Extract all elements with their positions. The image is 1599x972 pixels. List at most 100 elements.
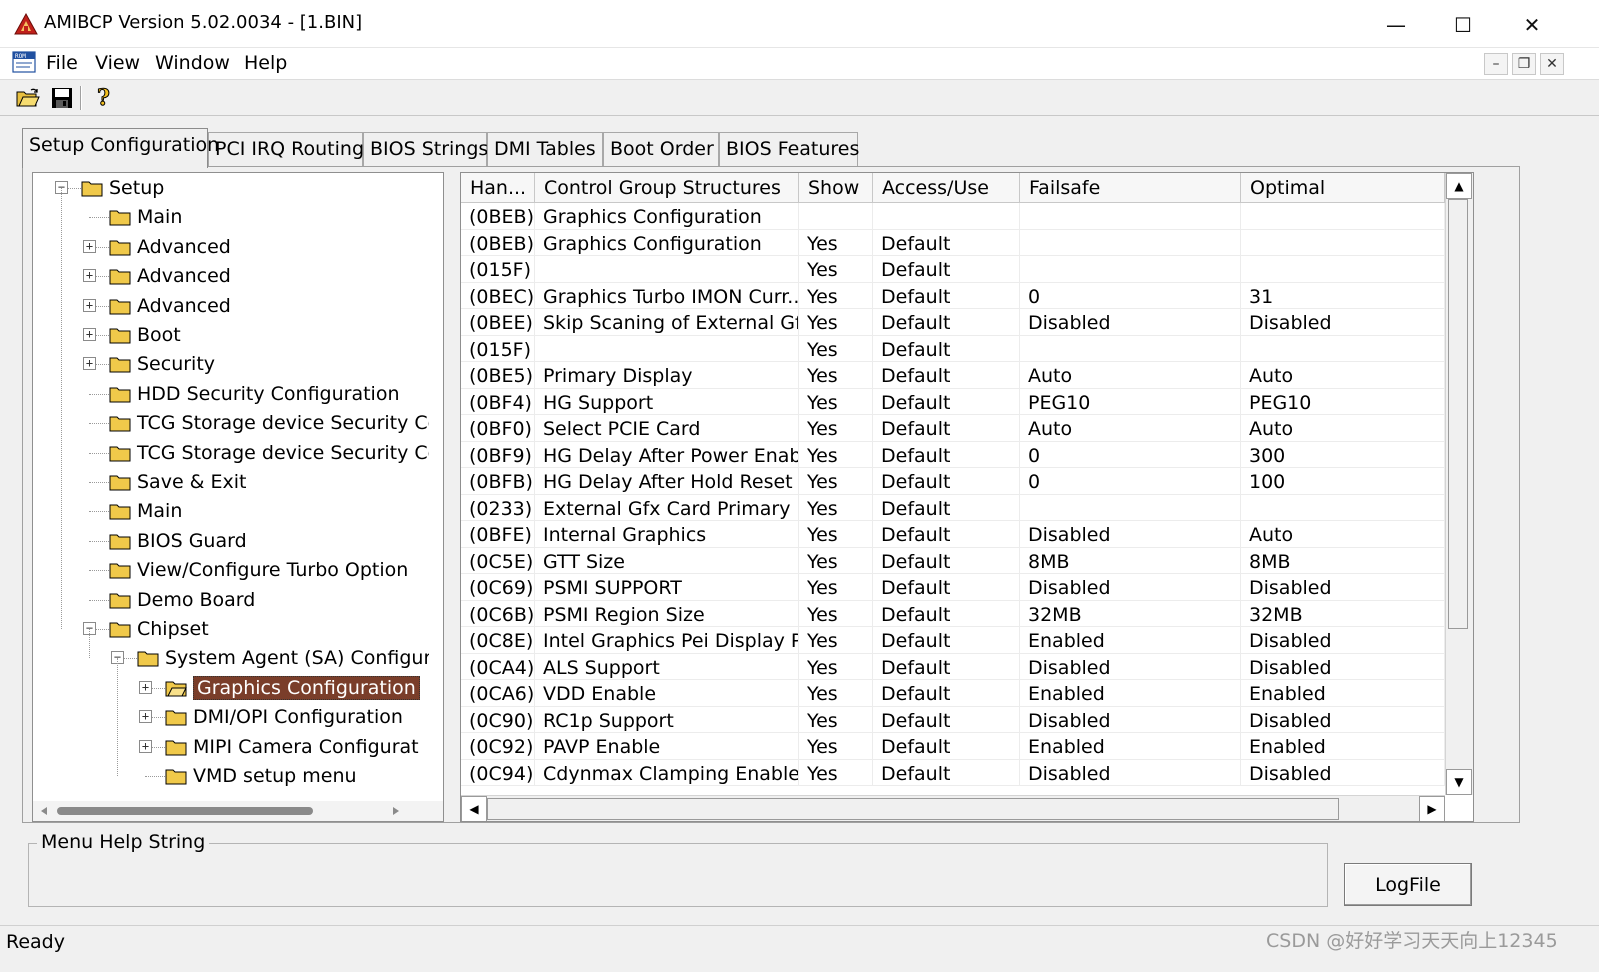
- cell-control-group[interactable]: ALS Support: [535, 653, 799, 680]
- table-row[interactable]: (0C92) PAVP Enable Yes Default Enabled Enable…: [461, 733, 1445, 760]
- cell-optimal[interactable]: [1241, 494, 1445, 521]
- table-row[interactable]: (0BFB) HG Delay After Hold Reset Yes Defaul…: [461, 468, 1445, 495]
- cell-show[interactable]: Yes: [799, 574, 873, 600]
- cell-failsafe[interactable]: Disabled: [1020, 706, 1241, 733]
- cell-optimal[interactable]: [1241, 203, 1445, 229]
- cell-failsafe[interactable]: [1020, 229, 1241, 256]
- cell-failsafe[interactable]: [1020, 256, 1241, 282]
- table-row[interactable]: (0BEB) Graphics Configuration Yes Default: [461, 229, 1445, 256]
- cell-access-use[interactable]: Default: [873, 653, 1020, 680]
- cell-optimal[interactable]: Auto: [1241, 415, 1445, 441]
- cell-show[interactable]: Yes: [799, 521, 873, 547]
- cell-optimal[interactable]: 300: [1241, 441, 1445, 468]
- tree-node[interactable]: Chipset: [109, 614, 209, 644]
- grid-vscroll-thumb[interactable]: [1448, 199, 1468, 629]
- logfile-button[interactable]: LogFile: [1344, 863, 1472, 906]
- cell-control-group[interactable]: Internal Graphics: [535, 521, 799, 547]
- cell-handle[interactable]: (015F): [461, 256, 535, 282]
- table-row[interactable]: (0BE5) Primary Display Yes Default Auto Auto: [461, 362, 1445, 389]
- scroll-up-arrow-icon[interactable]: ▲: [1446, 173, 1472, 199]
- cell-failsafe[interactable]: Disabled: [1020, 653, 1241, 680]
- cell-optimal[interactable]: Auto: [1241, 362, 1445, 388]
- cell-failsafe[interactable]: 0: [1020, 441, 1241, 468]
- menu-view[interactable]: View: [95, 52, 140, 74]
- cell-optimal[interactable]: 100: [1241, 468, 1445, 494]
- cell-access-use[interactable]: Default: [873, 256, 1020, 282]
- cell-access-use[interactable]: Default: [873, 309, 1020, 335]
- cell-access-use[interactable]: Default: [873, 733, 1020, 759]
- cell-control-group[interactable]: Intel Graphics Pei Display P...: [535, 627, 799, 653]
- cell-optimal[interactable]: [1241, 256, 1445, 282]
- cell-optimal[interactable]: 32MB: [1241, 600, 1445, 627]
- scroll-right-arrow-icon[interactable]: [391, 806, 401, 816]
- cell-handle[interactable]: (0C8E): [461, 627, 535, 653]
- cell-failsafe[interactable]: [1020, 494, 1241, 521]
- cell-failsafe[interactable]: Disabled: [1020, 759, 1241, 786]
- cell-control-group[interactable]: External Gfx Card Primary ...: [535, 494, 799, 521]
- cell-optimal[interactable]: Auto: [1241, 521, 1445, 547]
- table-row[interactable]: (0C8E) Intel Graphics Pei Display P... Yes…: [461, 627, 1445, 654]
- cell-control-group[interactable]: Skip Scaning of External Gf...: [535, 309, 799, 335]
- cell-access-use[interactable]: Default: [873, 229, 1020, 256]
- cell-control-group[interactable]: GTT Size: [535, 547, 799, 574]
- cell-show[interactable]: Yes: [799, 282, 873, 309]
- cell-control-group[interactable]: HG Support: [535, 388, 799, 415]
- cell-show[interactable]: Yes: [799, 653, 873, 680]
- cell-show[interactable]: Yes: [799, 468, 873, 494]
- table-row[interactable]: (0CA4) ALS Support Yes Default Disabled Disab…: [461, 653, 1445, 680]
- cell-failsafe[interactable]: Disabled: [1020, 521, 1241, 547]
- save-button[interactable]: [48, 84, 76, 112]
- tree-node[interactable]: View/Configure Turbo Option: [109, 555, 408, 585]
- cell-control-group[interactable]: VDD Enable: [535, 680, 799, 706]
- tab-pci-irq-routing[interactable]: PCI IRQ Routing: [208, 132, 364, 166]
- scroll-left-arrow-icon[interactable]: [39, 806, 49, 816]
- expand-node-icon[interactable]: +: [83, 298, 96, 312]
- cell-handle[interactable]: (015F): [461, 335, 535, 362]
- cell-failsafe[interactable]: Disabled: [1020, 574, 1241, 600]
- cell-access-use[interactable]: Default: [873, 706, 1020, 733]
- cell-optimal[interactable]: 31: [1241, 282, 1445, 309]
- table-row[interactable]: (0BEB) Graphics Configuration: [461, 203, 1445, 230]
- tree-node[interactable]: Setup: [81, 173, 164, 203]
- column-header-access-use[interactable]: Access/Use: [873, 173, 1020, 203]
- cell-handle[interactable]: (0C90): [461, 706, 535, 733]
- mdi-restore-button[interactable]: ❐: [1512, 53, 1536, 75]
- tree-hscroll-thumb[interactable]: [57, 807, 313, 815]
- cell-handle[interactable]: (0CA6): [461, 680, 535, 706]
- cell-control-group[interactable]: Primary Display: [535, 362, 799, 388]
- cell-failsafe[interactable]: 32MB: [1020, 600, 1241, 627]
- cell-optimal[interactable]: Disabled: [1241, 574, 1445, 600]
- cell-optimal[interactable]: 8MB: [1241, 547, 1445, 574]
- cell-control-group[interactable]: [535, 256, 799, 282]
- mdi-close-button[interactable]: ✕: [1540, 53, 1564, 75]
- open-button[interactable]: [14, 84, 42, 112]
- cell-access-use[interactable]: Default: [873, 600, 1020, 627]
- control-group-grid[interactable]: Han... Control Group Structures Show Acc…: [460, 172, 1474, 822]
- cell-control-group[interactable]: HG Delay After Power Enab...: [535, 441, 799, 468]
- cell-optimal[interactable]: PEG10: [1241, 388, 1445, 415]
- cell-show[interactable]: Yes: [799, 680, 873, 706]
- grid-hscroll-thumb[interactable]: [487, 798, 1339, 820]
- mdi-minimize-button[interactable]: –: [1484, 53, 1508, 75]
- tab-setup-configuration[interactable]: Setup Configuration: [22, 128, 219, 168]
- table-row[interactable]: (015F) Yes Default: [461, 256, 1445, 283]
- cell-access-use[interactable]: Default: [873, 521, 1020, 547]
- help-button[interactable]: ?: [90, 84, 118, 112]
- table-row[interactable]: (0C69) PSMI SUPPORT Yes Default Disabled Disa…: [461, 574, 1445, 601]
- cell-control-group[interactable]: HG Delay After Hold Reset: [535, 468, 799, 494]
- tree-node[interactable]: DMI/OPI Configuration: [165, 702, 403, 732]
- tab-bios-strings[interactable]: BIOS Strings: [363, 132, 488, 166]
- tree-horizontal-scrollbar[interactable]: [33, 801, 443, 821]
- tree-node[interactable]: Demo Board: [109, 585, 255, 615]
- table-row[interactable]: (0BF0) Select PCIE Card Yes Default Auto Auto: [461, 415, 1445, 442]
- cell-show[interactable]: [799, 203, 873, 229]
- cell-failsafe[interactable]: Auto: [1020, 415, 1241, 441]
- cell-access-use[interactable]: Default: [873, 574, 1020, 600]
- column-header-control-group[interactable]: Control Group Structures: [535, 173, 799, 203]
- cell-failsafe[interactable]: 0: [1020, 282, 1241, 309]
- grid-vertical-scrollbar[interactable]: ▲ ▼: [1445, 173, 1473, 795]
- tab-boot-order[interactable]: Boot Order: [603, 132, 719, 166]
- cell-failsafe[interactable]: Auto: [1020, 362, 1241, 388]
- cell-control-group[interactable]: Graphics Configuration: [535, 229, 799, 256]
- cell-control-group[interactable]: Graphics Configuration: [535, 203, 799, 229]
